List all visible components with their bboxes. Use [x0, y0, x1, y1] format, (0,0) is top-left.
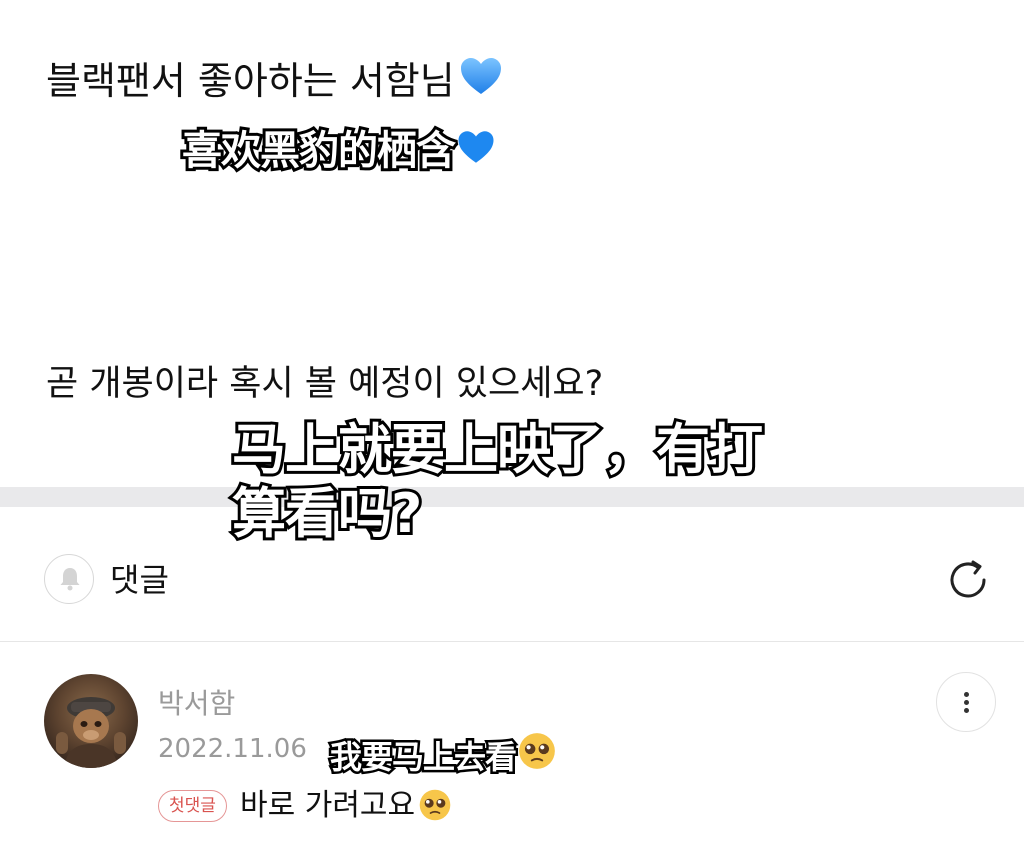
comments-header: 댓글 — [0, 540, 1024, 620]
comments-divider — [0, 641, 1024, 642]
section-divider — [0, 487, 1024, 507]
chinese-subtitle-3: 我要马上去看 — [327, 730, 558, 779]
comment-author[interactable]: 박서함 — [158, 684, 235, 724]
more-vertical-icon-dot-3 — [964, 708, 969, 713]
comment-body: 바로 가려고요 — [240, 784, 453, 828]
comment-more-button[interactable] — [936, 672, 996, 732]
notification-toggle[interactable] — [44, 554, 94, 604]
comment-text: 바로 가려고요 — [240, 788, 416, 823]
avatar[interactable] — [44, 674, 138, 768]
pleading-face-emoji-icon — [419, 789, 451, 821]
avatar-image — [56, 697, 126, 768]
chinese-subtitle-1-text: 喜欢黑豹的栖含 — [179, 125, 459, 177]
chinese-subtitle-1: 喜欢黑豹的栖含 — [179, 125, 497, 177]
bell-icon — [60, 568, 80, 591]
post-text-line-2: 곧 개봉이라 혹시 볼 예정이 있으세요? — [46, 364, 604, 404]
comment-date: 2022.11.06 — [158, 734, 307, 764]
first-comment-badge: 첫댓글 — [158, 790, 227, 822]
post-page: 블랙팬서 좋아하는 서함님 喜欢黑豹的栖含 곧 개봉이라 혹시 볼 예정이 있으… — [0, 0, 1024, 866]
chinese-subtitle-2a: 马上就要上映了，有打 — [229, 415, 766, 484]
pleading-face-emoji-icon — [518, 732, 556, 770]
more-vertical-icon-dot-1 — [964, 692, 969, 697]
post-text-line-1-label: 블랙팬서 좋아하는 서함님 — [46, 59, 455, 103]
more-vertical-icon-dot-2 — [964, 700, 969, 705]
blue-heart-icon — [457, 130, 495, 164]
blue-heart-icon — [460, 58, 501, 94]
post-text-line-1: 블랙팬서 좋아하는 서함님 — [46, 52, 505, 107]
chinese-subtitle-3-text: 我要马上去看 — [327, 736, 519, 779]
comments-title: 댓글 — [110, 561, 169, 599]
chinese-subtitle-2b: 算看吗? — [229, 479, 425, 548]
refresh-icon[interactable] — [940, 552, 996, 608]
